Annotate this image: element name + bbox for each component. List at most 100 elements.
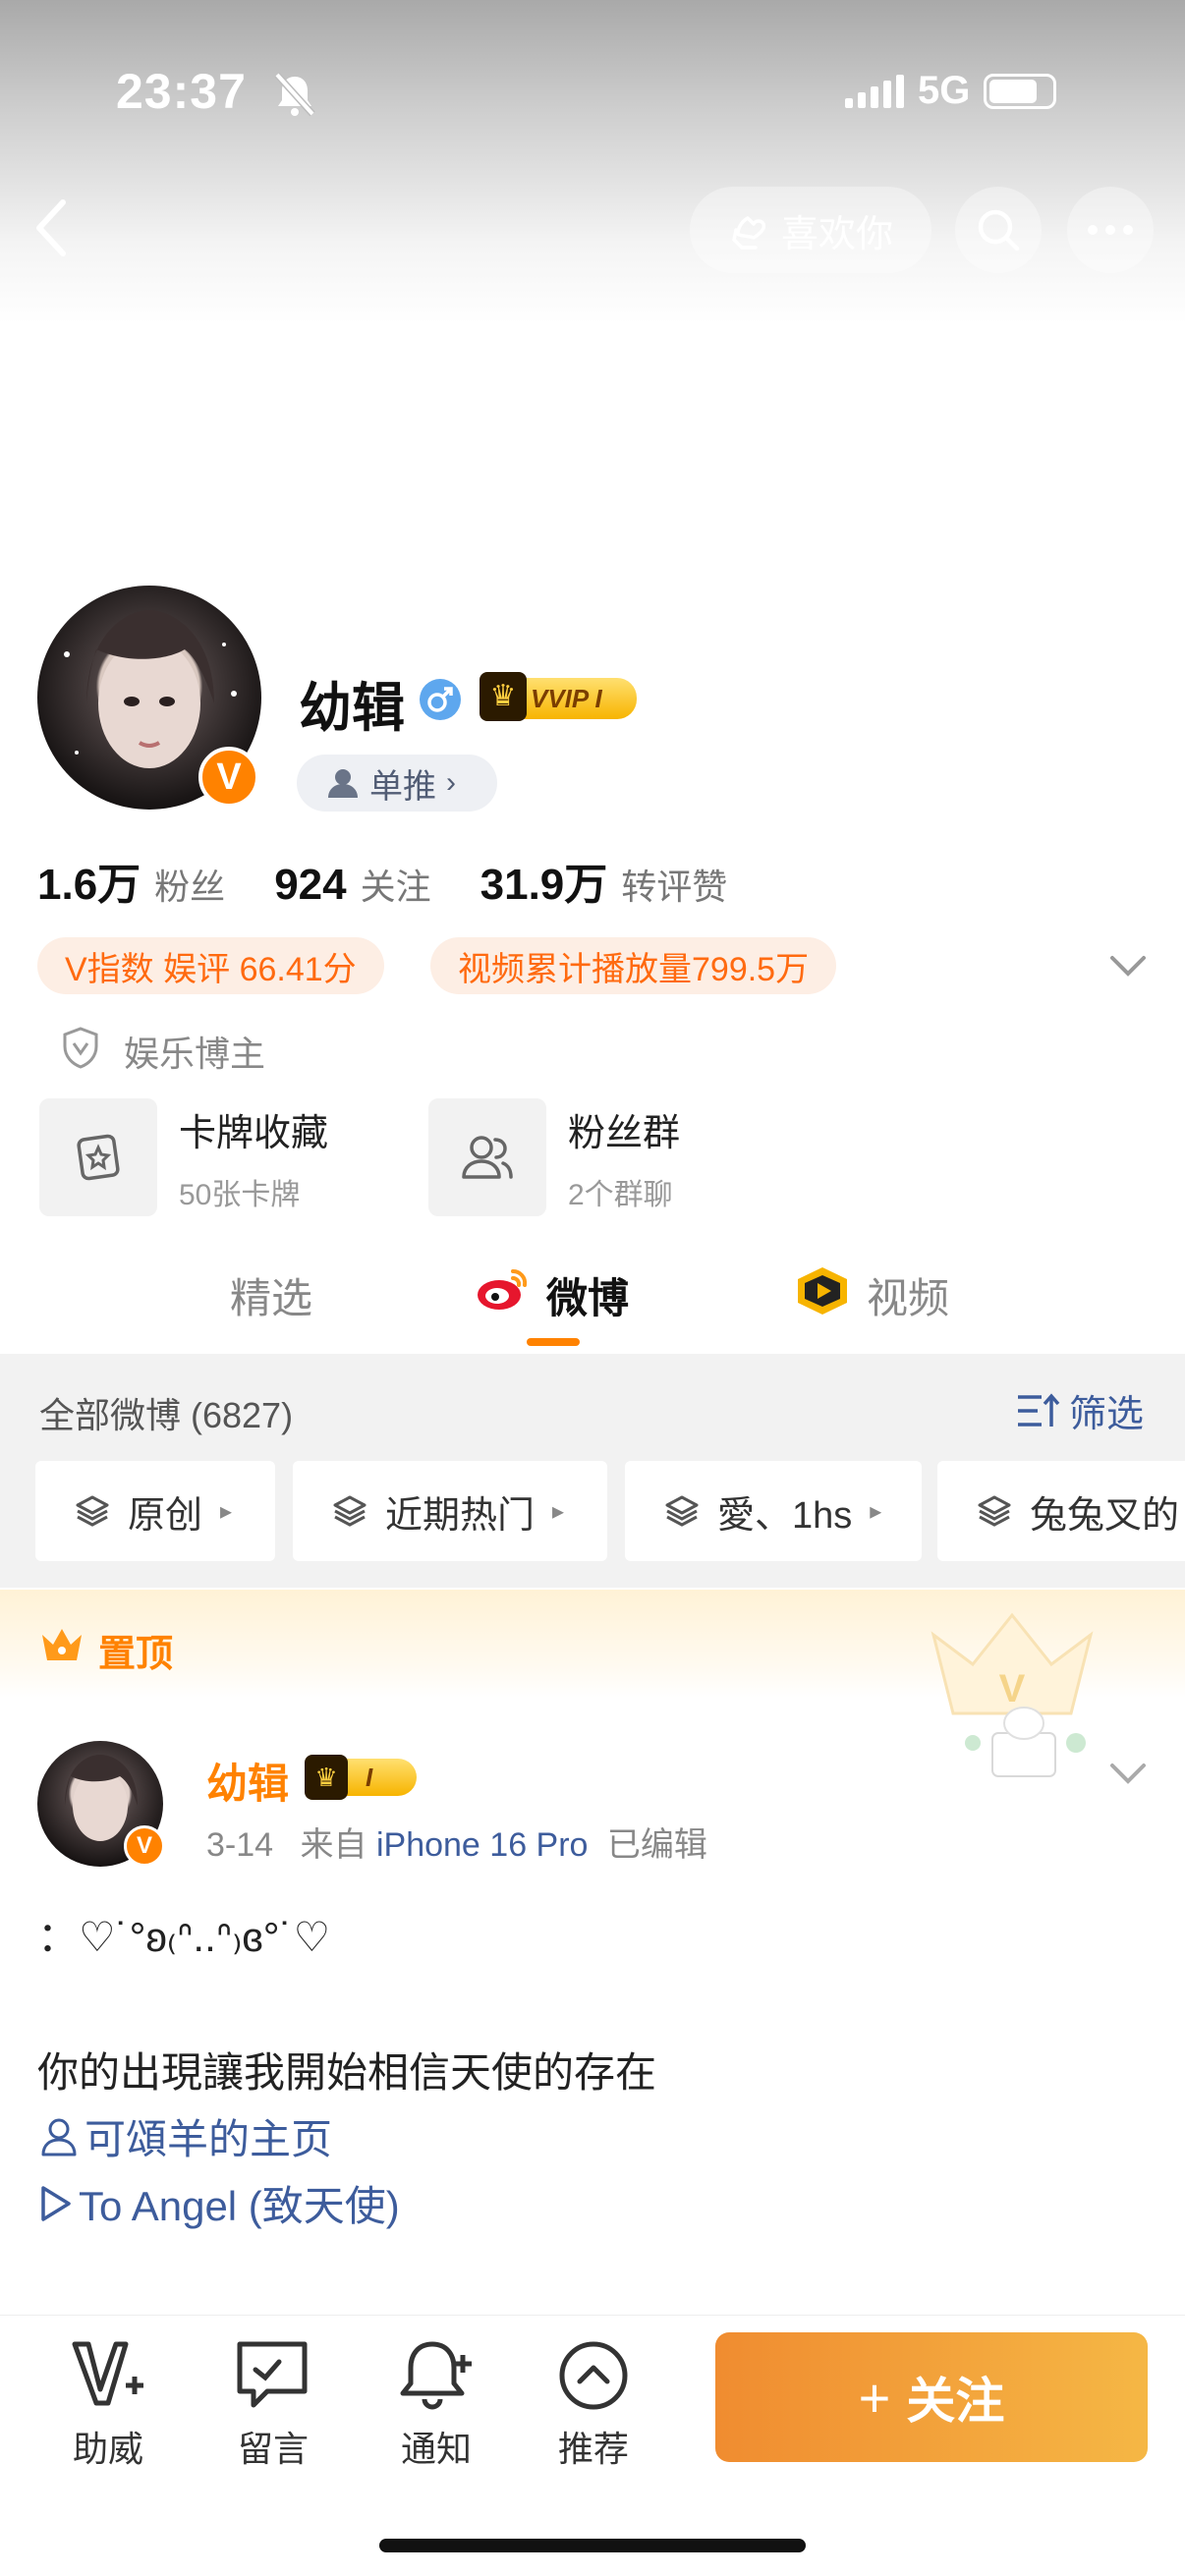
following-label: 关注 <box>360 867 431 907</box>
like-button[interactable]: 喜欢你 <box>690 187 931 273</box>
card-collection-sub: 50张卡牌 <box>179 1178 301 1211</box>
network-label: 5G <box>918 69 971 112</box>
card-collection[interactable]: 卡牌收藏 50张卡牌 <box>39 1098 328 1216</box>
single-push-button[interactable]: 单推 › <box>297 755 497 812</box>
filter-icon <box>1018 1392 1060 1427</box>
message-icon <box>237 2341 308 2408</box>
vvip-badge[interactable]: ♛ VVIP I <box>480 672 637 721</box>
post-edited[interactable]: 已编辑 <box>607 1826 707 1864</box>
shield-icon <box>63 1027 98 1069</box>
person-outline-icon <box>41 2118 77 2156</box>
chip-recent-hot[interactable]: 近期热门 ▸ <box>293 1461 607 1561</box>
person-icon <box>328 769 358 798</box>
cheer-icon <box>72 2341 143 2406</box>
chevron-down-icon[interactable] <box>1108 953 1148 979</box>
status-right: 5G <box>845 69 1057 113</box>
chip-label: 原创 <box>128 1494 203 1537</box>
chip-label: 兔兔叉的 <box>1030 1494 1180 1537</box>
single-push-label: 单推 <box>369 767 436 806</box>
search-button[interactable] <box>955 187 1042 273</box>
chevron-right-icon: › <box>446 766 456 799</box>
profile-stats: 1.6万 粉丝 924 关注 31.9万 转评赞 <box>37 849 776 912</box>
chip-bunny[interactable]: 兔兔叉的 <box>937 1461 1185 1561</box>
male-icon <box>420 679 461 720</box>
cheer-button[interactable]: 助威 <box>69 2338 147 2472</box>
profile-name: 幼辑 <box>299 679 405 738</box>
followers-label: 粉丝 <box>154 867 226 907</box>
chip-arrow-icon: ▸ <box>220 1497 233 1525</box>
post-vip-label: I <box>366 1763 373 1792</box>
post-meta: 3-14 来自 iPhone 16 Pro 已编辑 <box>206 1818 707 1866</box>
notify-label: 通知 <box>400 2429 472 2469</box>
chip-arrow-icon: ▸ <box>870 1497 882 1525</box>
post-author[interactable]: 幼辑 <box>206 1751 289 1811</box>
battery-icon <box>984 73 1057 109</box>
follow-label: 关注 <box>906 2374 1005 2429</box>
chip-original[interactable]: 原创 ▸ <box>35 1461 275 1561</box>
tab-featured[interactable]: 精选 <box>230 1265 312 1325</box>
post-line-emoji: ：♡˙°ʚ₍ᐢ..ᐢ₎ɞ°˙♡ <box>37 1914 331 1960</box>
layers-icon <box>333 1495 367 1527</box>
fan-group[interactable]: 粉丝群 2个群聊 <box>428 1098 680 1216</box>
post-link-song-label: To Angel (致天使) <box>79 2183 400 2229</box>
likes-count[interactable]: 31.9万 <box>480 849 608 912</box>
video-views-tag[interactable]: 视频累计播放量799.5万 <box>430 937 837 994</box>
card-collection-title: 卡牌收藏 <box>179 1112 329 1154</box>
follow-button[interactable]: + 关注 <box>715 2332 1148 2462</box>
filter-button[interactable]: 筛选 <box>1016 1383 1144 1437</box>
recommend-label: 推荐 <box>557 2429 629 2469</box>
signal-icon <box>845 74 904 108</box>
layers-icon <box>978 1495 1011 1527</box>
recommend-button[interactable]: 推荐 <box>556 2338 631 2472</box>
fan-group-title: 粉丝群 <box>568 1112 681 1154</box>
status-time: 23:37 <box>116 64 247 119</box>
tab-video[interactable]: 视频 <box>867 1265 949 1325</box>
cheer-label: 助威 <box>72 2429 143 2469</box>
pinned-decoration-icon: V <box>931 1612 1094 1777</box>
chip-label: 愛、1hs <box>717 1494 853 1537</box>
more-button[interactable] <box>1067 187 1154 273</box>
following-count[interactable]: 924 <box>274 861 346 910</box>
weibo-logo-icon <box>478 1268 528 1310</box>
post-device[interactable]: iPhone 16 Pro <box>376 1826 589 1864</box>
header-background <box>0 0 1185 324</box>
post-verified-badge-icon: V <box>124 1825 165 1867</box>
home-indicator <box>379 2539 806 2552</box>
post-link-song[interactable]: To Angel (致天使) <box>37 2173 400 2233</box>
notify-button[interactable]: 通知 <box>397 2338 476 2472</box>
crown-icon: ♛ <box>305 1755 348 1800</box>
more-icon <box>1088 225 1133 235</box>
crown-icon: ♛ <box>480 672 527 721</box>
bell-icon <box>400 2341 472 2410</box>
comment-label: 留言 <box>237 2429 309 2469</box>
search-icon <box>978 209 1020 252</box>
play-icon <box>41 2185 71 2221</box>
like-label: 喜欢你 <box>780 213 893 255</box>
mute-bell-icon <box>274 72 315 117</box>
back-icon[interactable] <box>29 196 73 259</box>
group-icon <box>428 1098 546 1216</box>
recommend-icon <box>559 2341 628 2410</box>
post-source-prefix: 来自 <box>300 1826 367 1864</box>
hand-heart-icon <box>732 216 766 250</box>
post-date: 3-14 <box>206 1826 274 1864</box>
card-icon <box>39 1098 157 1216</box>
video-icon <box>798 1267 847 1315</box>
post-menu-chevron-icon[interactable] <box>1108 1761 1148 1786</box>
post-vip-badge[interactable]: ♛ I <box>305 1755 417 1800</box>
post-line-text: 你的出現讓我開始相信天使的存在 <box>37 2049 657 2096</box>
vindex-tag[interactable]: V指数 娱评 66.41分 <box>37 937 384 994</box>
tab-weibo[interactable]: 微博 <box>546 1265 629 1325</box>
chip-love[interactable]: 愛、1hs ▸ <box>625 1461 922 1561</box>
crown-icon <box>42 1629 82 1660</box>
post-link-profile-label: 可頌羊的主页 <box>85 2116 333 2162</box>
chip-label: 近期热门 <box>385 1494 536 1537</box>
filter-label: 筛选 <box>1069 1394 1145 1435</box>
comment-button[interactable]: 留言 <box>234 2338 312 2472</box>
category-label: 娱乐博主 <box>124 1034 266 1074</box>
followers-count[interactable]: 1.6万 <box>37 849 141 912</box>
post-link-profile[interactable]: 可頌羊的主页 <box>37 2106 332 2166</box>
feed-count: 全部微博 (6827) <box>39 1395 294 1435</box>
layers-icon <box>76 1495 109 1527</box>
chip-arrow-icon: ▸ <box>552 1497 565 1525</box>
